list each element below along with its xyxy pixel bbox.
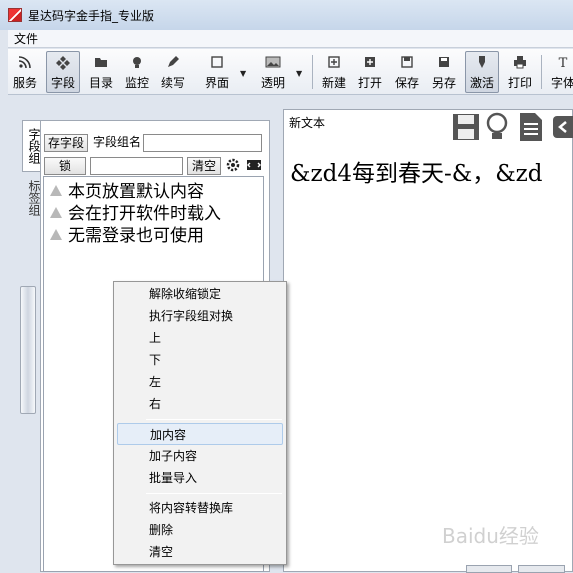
- back-icon[interactable]: [552, 112, 573, 144]
- new-icon: [327, 55, 341, 73]
- menu-item-to-replace-library[interactable]: 将内容转替换库: [117, 497, 283, 519]
- toolbar-separator: [541, 55, 542, 89]
- menu-item-down[interactable]: 下: [117, 349, 283, 371]
- menu-separator: [146, 419, 282, 420]
- tab-field-group[interactable]: 字段组: [22, 120, 41, 172]
- menu-item-delete[interactable]: 删除: [117, 519, 283, 541]
- open-button[interactable]: 打开: [355, 51, 385, 93]
- list-item[interactable]: 会在打开软件时载入: [50, 200, 221, 224]
- menu-item-add-sub-content[interactable]: 加子内容: [117, 445, 283, 467]
- catalog-button[interactable]: 目录: [86, 51, 116, 93]
- save-icon[interactable]: [451, 112, 481, 144]
- folder-icon: [94, 55, 108, 73]
- new-button[interactable]: 新建: [319, 51, 349, 93]
- triangle-icon: [50, 228, 62, 240]
- monitor-button[interactable]: 监控: [122, 51, 152, 93]
- bulb-icon: [130, 55, 144, 73]
- list-item[interactable]: 本页放置默认内容: [50, 178, 204, 202]
- bulb-icon[interactable]: [484, 112, 510, 144]
- toolbar: 服务 字段 目录 监控 续写 界面 ▼ 透明 ▼ 新建 打开 保存 另存 激活 …: [8, 49, 573, 95]
- menu-item-clear[interactable]: 清空: [117, 541, 283, 563]
- diamond-icon: [55, 55, 71, 73]
- menu-item-unlock-collapse[interactable]: 解除收缩锁定: [117, 283, 283, 305]
- field-group-name-input[interactable]: [143, 134, 262, 152]
- interface-dropdown-icon[interactable]: ▼: [240, 69, 246, 78]
- field-group-name-label: 字段组名: [93, 135, 142, 149]
- activate-button[interactable]: 激活: [465, 51, 499, 93]
- font-button[interactable]: T 字体: [548, 51, 573, 93]
- image-icon: [265, 55, 281, 73]
- watermark: Baidu经验: [442, 524, 539, 548]
- menu-item-up[interactable]: 上: [117, 327, 283, 349]
- interface-button[interactable]: 界面: [202, 51, 232, 93]
- menu-item-batch-import[interactable]: 批量导入: [117, 467, 283, 489]
- context-menu: 解除收缩锁定 执行字段组对换 上 下 左 右 加内容 加子内容 批量导入 将内容…: [113, 281, 287, 565]
- continue-write-button[interactable]: 续写: [158, 51, 188, 93]
- rss-icon: [18, 55, 32, 73]
- save-button[interactable]: 保存: [392, 51, 422, 93]
- title-bar: 星达码字金手指_专业版: [0, 0, 573, 30]
- search-input[interactable]: [90, 157, 183, 175]
- open-icon: [363, 55, 377, 73]
- pen-icon: [166, 55, 180, 73]
- print-button[interactable]: 打印: [505, 51, 535, 93]
- service-button[interactable]: 服务: [10, 51, 40, 93]
- save-field-button[interactable]: 存字段: [44, 134, 88, 152]
- print-icon: [513, 55, 527, 73]
- menu-item-right[interactable]: 右: [117, 393, 283, 415]
- tab-new-document[interactable]: 新文本: [289, 114, 325, 131]
- lock-button[interactable]: 锁: [44, 157, 86, 175]
- menu-item-left[interactable]: 左: [117, 371, 283, 393]
- menu-separator: [146, 493, 282, 494]
- window-title: 星达码字金手指_专业版: [28, 8, 155, 23]
- transparency-button[interactable]: 透明: [258, 51, 288, 93]
- document-icon[interactable]: [517, 112, 545, 144]
- menu-item-add-content[interactable]: 加内容: [117, 423, 283, 445]
- triangle-icon: [50, 206, 62, 218]
- clear-button[interactable]: 清空: [187, 157, 221, 175]
- menu-item-swap-field-group[interactable]: 执行字段组对换: [117, 305, 283, 327]
- font-icon: T: [558, 56, 568, 71]
- toolbar-separator: [312, 55, 313, 89]
- expand-icon[interactable]: [246, 157, 262, 173]
- field-button[interactable]: 字段: [46, 51, 80, 93]
- saveas-icon: [437, 55, 451, 73]
- triangle-icon: [50, 184, 62, 196]
- menu-file[interactable]: 文件: [8, 30, 44, 47]
- save-icon: [400, 55, 414, 73]
- save-as-button[interactable]: 另存: [429, 51, 459, 93]
- menu-bar: 文件: [8, 30, 573, 48]
- app-icon: [8, 8, 22, 22]
- transparency-dropdown-icon[interactable]: ▼: [296, 69, 302, 78]
- tab-tag-group[interactable]: 标签组: [22, 176, 41, 220]
- list-item[interactable]: 无需登录也可使用: [50, 222, 204, 246]
- panel-splitter[interactable]: [20, 286, 36, 414]
- activate-icon: [475, 55, 489, 73]
- gear-icon[interactable]: [225, 157, 241, 173]
- window-icon: [210, 55, 224, 73]
- editor-content[interactable]: &zd4每到春天-&，&zd: [290, 154, 573, 188]
